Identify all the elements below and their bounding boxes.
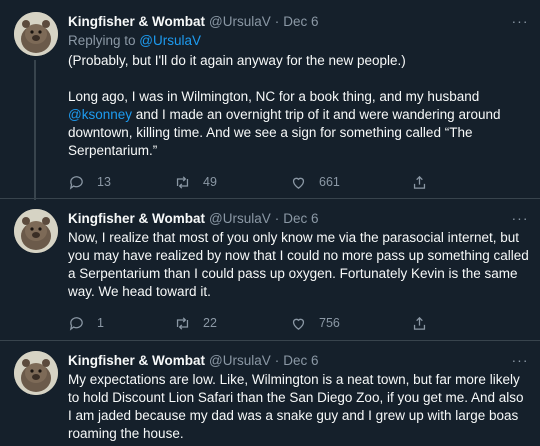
wombat-avatar-icon	[14, 12, 58, 56]
tweet-text-paragraph: (Probably, but I'll do it again anyway f…	[68, 53, 406, 68]
avatar[interactable]	[14, 12, 58, 56]
retweet-icon	[176, 175, 189, 189]
retweet-icon	[176, 316, 189, 330]
reply-icon	[69, 316, 83, 331]
handle[interactable]: @UrsulaV	[209, 13, 271, 31]
share-icon	[413, 175, 426, 189]
thread-line	[34, 60, 36, 200]
like-button[interactable]: 756	[290, 314, 340, 332]
reply-button[interactable]: 13	[68, 173, 111, 191]
wombat-avatar-icon	[14, 209, 58, 253]
tweet-2[interactable]: Kingfisher & Wombat @UrsulaV · Dec 6 Now…	[0, 199, 540, 343]
replying-to-mention[interactable]: @UrsulaV	[139, 33, 201, 48]
tweet-text-paragraph: Long ago, I was in Wilmington, NC for a …	[68, 89, 501, 158]
retweet-button[interactable]: 22	[174, 314, 217, 332]
like-count: 756	[319, 316, 340, 330]
avatar[interactable]	[14, 209, 58, 253]
more-options-icon[interactable]: ···	[508, 209, 532, 227]
handle[interactable]: @UrsulaV	[209, 210, 271, 228]
retweet-button[interactable]: 49	[174, 173, 217, 191]
display-name[interactable]: Kingfisher & Wombat	[68, 13, 205, 31]
like-count: 661	[319, 175, 340, 189]
tweet-text: My expectations are low. Like, Wilmingto…	[68, 372, 524, 441]
like-icon	[292, 318, 305, 330]
tweet-3[interactable]: Kingfisher & Wombat @UrsulaV · Dec 6 My …	[0, 341, 540, 446]
retweet-count: 22	[203, 316, 217, 330]
retweet-count: 49	[203, 175, 217, 189]
share-button[interactable]	[411, 174, 428, 191]
tweet-header: Kingfisher & Wombat @UrsulaV · Dec 6	[68, 12, 530, 32]
display-name[interactable]: Kingfisher & Wombat	[68, 352, 205, 370]
separator: ·	[274, 211, 280, 226]
tweet-1[interactable]: Kingfisher & Wombat @UrsulaV · Dec 6 Rep…	[0, 0, 540, 200]
tweet-text: Now, I realize that most of you only kno…	[68, 230, 529, 299]
tweet-header: Kingfisher & Wombat @UrsulaV · Dec 6	[68, 209, 530, 229]
mention-link[interactable]: @ksonney	[68, 107, 132, 122]
display-name[interactable]: Kingfisher & Wombat	[68, 210, 205, 228]
wombat-avatar-icon	[14, 351, 58, 395]
timestamp[interactable]: Dec 6	[283, 13, 318, 31]
timestamp[interactable]: Dec 6	[283, 352, 318, 370]
avatar[interactable]	[14, 351, 58, 395]
tweet-header: Kingfisher & Wombat @UrsulaV · Dec 6	[68, 351, 530, 371]
tweet-actions: 1 22 756	[68, 313, 530, 333]
reply-count: 13	[97, 175, 111, 189]
replying-to: Replying to @UrsulaV	[68, 33, 202, 48]
timestamp[interactable]: Dec 6	[283, 210, 318, 228]
share-icon	[413, 316, 426, 330]
share-button[interactable]	[411, 315, 428, 332]
like-icon	[292, 177, 305, 189]
reply-button[interactable]: 1	[68, 314, 104, 332]
separator: ·	[274, 353, 280, 368]
separator: ·	[274, 14, 280, 29]
reply-icon	[69, 175, 83, 190]
more-options-icon[interactable]: ···	[508, 12, 532, 30]
tweet-actions: 13 49 661	[68, 172, 530, 192]
more-options-icon[interactable]: ···	[508, 351, 532, 369]
handle[interactable]: @UrsulaV	[209, 352, 271, 370]
reply-count: 1	[97, 316, 104, 330]
like-button[interactable]: 661	[290, 173, 340, 191]
